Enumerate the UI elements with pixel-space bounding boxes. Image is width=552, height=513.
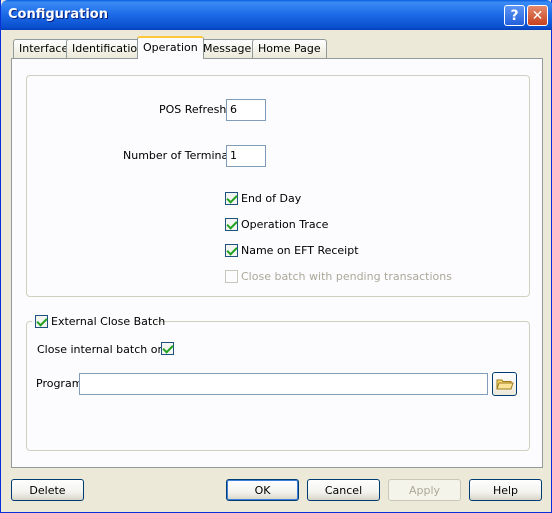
cancel-button[interactable]: Cancel (307, 479, 380, 501)
configuration-dialog: Configuration ? ✕ Interface Identificati… (0, 0, 552, 513)
external-close-batch-checkbox[interactable] (35, 315, 48, 328)
close-batch-pending-checkbox (225, 270, 238, 283)
window-title: Configuration (8, 7, 108, 22)
num-terminals-input[interactable]: 1 (226, 145, 266, 167)
help-icon[interactable]: ? (504, 5, 525, 26)
operation-trace-label: Operation Trace (241, 218, 329, 231)
close-internal-only-label: Close internal batch only (37, 343, 174, 356)
close-icon[interactable]: ✕ (527, 5, 548, 26)
apply-button: Apply (388, 479, 461, 501)
pos-refresh-label: POS Refresh (159, 103, 227, 116)
name-on-eft-receipt-checkbox[interactable] (225, 244, 238, 257)
program-label: Program (36, 377, 83, 390)
name-on-eft-receipt-label: Name on EFT Receipt (241, 244, 359, 257)
pos-refresh-input[interactable]: 6 (226, 99, 266, 121)
tab-operation[interactable]: Operation (137, 36, 204, 59)
operation-tab-panel: POS Refresh 6 Number of Terminals 1 End … (11, 58, 543, 468)
num-terminals-label: Number of Terminals (123, 149, 238, 162)
folder-icon (496, 379, 514, 390)
delete-button[interactable]: Delete (11, 479, 84, 501)
title-bar[interactable]: Configuration ? ✕ (1, 0, 552, 30)
tab-home-page[interactable]: Home Page (252, 39, 327, 58)
end-of-day-label: End of Day (241, 192, 302, 205)
program-input[interactable] (79, 373, 488, 395)
close-batch-pending-label: Close batch with pending transactions (241, 270, 452, 283)
external-close-batch-label: External Close Batch (51, 315, 166, 328)
end-of-day-checkbox[interactable] (225, 192, 238, 205)
operation-trace-checkbox[interactable] (225, 218, 238, 231)
close-internal-only-checkbox[interactable] (161, 342, 174, 355)
tab-message[interactable]: Message (197, 39, 258, 58)
help-button[interactable]: Help (469, 479, 542, 501)
operation-settings-group (26, 75, 530, 297)
browse-folder-button[interactable] (492, 372, 517, 396)
ok-button[interactable]: OK (226, 479, 299, 501)
